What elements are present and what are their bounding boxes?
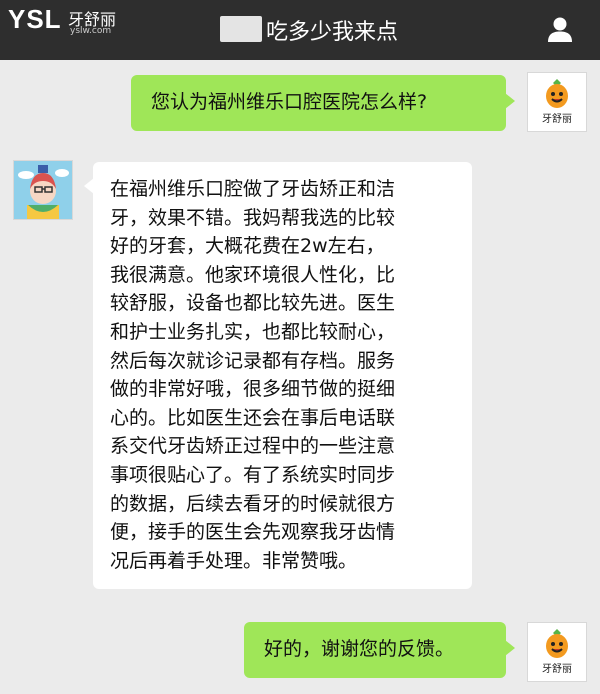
- brand-label: 牙舒丽: [542, 114, 572, 125]
- message-line: 便，接手的医生会先观察我牙齿情: [110, 521, 396, 544]
- message-line: 的数据，后续去看牙的时候就很方: [110, 492, 396, 515]
- message-line: 系交代牙齿矫正过程中的一些注意: [110, 435, 396, 458]
- message-bubble-self[interactable]: 您认为福州维乐口腔医院怎么样?: [131, 75, 515, 131]
- message-line: 做的非常好哦，很多细节做的挺细: [110, 378, 396, 401]
- message-line: 在福州维乐口腔做了牙齿矫正和洁: [110, 178, 396, 200]
- message-line: 较舒服，设备也都比较先进。医生: [110, 292, 396, 315]
- message-line: 事项很贴心了。有了系统实时同步: [110, 463, 396, 486]
- message-text-block: 在福州维乐口腔做了牙齿矫正和洁 牙，效果不错。我妈帮我选的比较 好的牙套，大概花…: [110, 175, 395, 575]
- carrot-mascot-icon: [546, 79, 568, 108]
- carrot-mascot-icon: [546, 629, 568, 658]
- message-line: 好的牙套，大概花费在2w左右，: [110, 235, 385, 258]
- logo-url-text: yslw.com: [70, 26, 112, 36]
- brand-label: 牙舒丽: [542, 664, 572, 675]
- brand-avatar[interactable]: 牙舒丽: [527, 622, 587, 682]
- user-avatar[interactable]: [13, 160, 73, 220]
- bubble-tail: [505, 93, 515, 109]
- chat-header: YSL 牙舒丽 yslw.com 吃多少我来点: [0, 0, 600, 60]
- bubble-tail: [84, 178, 94, 194]
- title-redaction: [220, 16, 262, 42]
- message-bubble-self[interactable]: 好的，谢谢您的反馈。: [244, 622, 515, 678]
- message-text: 好的，谢谢您的反馈。: [264, 638, 455, 660]
- logo-ysl-text: YSL: [8, 4, 62, 34]
- message-bubble-other[interactable]: 在福州维乐口腔做了牙齿矫正和洁 牙，效果不错。我妈帮我选的比较 好的牙套，大概花…: [84, 162, 472, 589]
- message-line: 然后每次就诊记录都有存档。服务: [110, 349, 396, 372]
- cartoon-girl-avatar-icon: [14, 161, 72, 219]
- watermark-logo: YSL 牙舒丽 yslw.com: [8, 4, 116, 36]
- message-line: 我很满意。他家环境很人性化，比: [110, 263, 396, 286]
- brand-avatar[interactable]: 牙舒丽: [527, 72, 587, 132]
- chat-title: 吃多少我来点: [266, 20, 399, 45]
- bubble-tail: [505, 640, 515, 656]
- message-text: 您认为福州维乐口腔医院怎么样?: [151, 91, 428, 113]
- message-line: 和护士业务扎实，也都比较耐心，: [110, 320, 396, 343]
- message-line: 况后再着手处理。非常赞哦。: [110, 549, 358, 572]
- person-icon[interactable]: [546, 15, 574, 43]
- message-line: 心的。比如医生还会在事后电话联: [110, 406, 396, 429]
- message-line: 牙，效果不错。我妈帮我选的比较: [110, 206, 396, 229]
